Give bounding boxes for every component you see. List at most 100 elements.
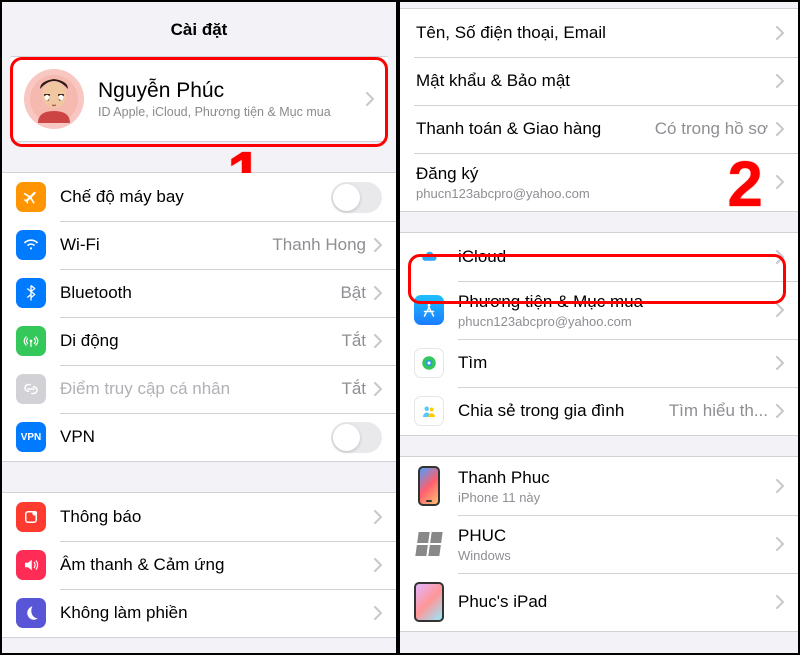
row-label: Wi-Fi bbox=[60, 235, 100, 255]
apple-id-row[interactable]: Nguyễn Phúc ID Apple, iCloud, Phương tiệ… bbox=[10, 56, 388, 142]
findmy-row[interactable]: Tìm bbox=[400, 339, 798, 387]
avatar bbox=[24, 69, 84, 129]
row-label: Đăng ký bbox=[416, 164, 590, 184]
bluetooth-row[interactable]: Bluetooth Bật bbox=[2, 269, 396, 317]
chevron-right-icon bbox=[776, 595, 784, 609]
row-label: Điểm truy cập cá nhân bbox=[60, 379, 230, 399]
bluetooth-icon bbox=[16, 278, 46, 308]
row-value: Tắt bbox=[341, 379, 366, 399]
chevron-right-icon bbox=[374, 334, 382, 348]
device-row-iphone[interactable]: Thanh Phuc iPhone 11 này bbox=[400, 457, 798, 515]
sound-icon bbox=[16, 550, 46, 580]
wifi-icon bbox=[16, 230, 46, 260]
chevron-right-icon bbox=[776, 303, 784, 317]
media-purchases-row[interactable]: Phương tiện & Mục mua phucn123abcpro@yah… bbox=[400, 281, 798, 339]
dnd-row[interactable]: Không làm phiền bbox=[2, 589, 396, 637]
chevron-right-icon bbox=[366, 92, 374, 106]
family-sharing-row[interactable]: Chia sẻ trong gia đình Tìm hiểu th... bbox=[400, 387, 798, 435]
devices-group: Thanh Phuc iPhone 11 này PHUC Windows Ph… bbox=[400, 456, 798, 632]
chevron-right-icon bbox=[374, 558, 382, 572]
row-label: Thanh Phuc bbox=[458, 468, 550, 488]
vpn-icon: VPN bbox=[16, 422, 46, 452]
profile-desc: ID Apple, iCloud, Phương tiện & Mục mua bbox=[98, 105, 331, 119]
chevron-right-icon bbox=[776, 537, 784, 551]
row-value: Tìm hiểu th... bbox=[669, 401, 768, 421]
airplane-toggle[interactable] bbox=[331, 182, 382, 213]
profile-name: Nguyễn Phúc bbox=[98, 79, 331, 103]
row-label: Phuc's iPad bbox=[458, 592, 547, 612]
moon-icon bbox=[16, 598, 46, 628]
cellular-row[interactable]: Di động Tắt bbox=[2, 317, 396, 365]
row-label: Âm thanh & Cảm ứng bbox=[60, 555, 224, 575]
chevron-right-icon bbox=[776, 175, 784, 189]
chevron-right-icon bbox=[776, 26, 784, 40]
row-sublabel: iPhone 11 này bbox=[458, 490, 550, 505]
row-label: Di động bbox=[60, 331, 119, 351]
sounds-row[interactable]: Âm thanh & Cảm ứng bbox=[2, 541, 396, 589]
chevron-right-icon bbox=[374, 286, 382, 300]
wifi-row[interactable]: Wi-Fi Thanh Hong bbox=[2, 221, 396, 269]
airplane-mode-row[interactable]: Chế độ máy bay bbox=[2, 173, 396, 221]
row-label: iCloud bbox=[458, 247, 506, 267]
chevron-right-icon bbox=[776, 479, 784, 493]
icloud-row[interactable]: iCloud bbox=[400, 233, 798, 281]
cloud-icon bbox=[414, 242, 444, 272]
device-row-ipad[interactable]: Phuc's iPad bbox=[400, 573, 798, 631]
chevron-right-icon bbox=[776, 250, 784, 264]
vpn-toggle[interactable] bbox=[331, 422, 382, 453]
row-label: Chế độ máy bay bbox=[60, 187, 184, 207]
row-sublabel: phucn123abcpro@yahoo.com bbox=[416, 186, 590, 201]
iphone-icon bbox=[414, 465, 444, 507]
payment-shipping-row[interactable]: Thanh toán & Giao hàng Có trong hồ sơ bbox=[400, 105, 798, 153]
row-label: Phương tiện & Mục mua bbox=[458, 292, 643, 312]
row-label: Không làm phiền bbox=[60, 603, 188, 623]
row-label: Thanh toán & Giao hàng bbox=[416, 119, 601, 139]
password-security-row[interactable]: Mật khẩu & Bảo mật bbox=[400, 57, 798, 105]
chevron-right-icon bbox=[776, 404, 784, 418]
row-label: Tìm bbox=[458, 353, 487, 373]
link-icon bbox=[16, 374, 46, 404]
account-group: Tên, Số điện thoại, Email Mật khẩu & Bảo… bbox=[400, 8, 798, 212]
row-label: VPN bbox=[60, 427, 95, 447]
row-label: Mật khẩu & Bảo mật bbox=[416, 71, 570, 91]
connectivity-group: Chế độ máy bay Wi-Fi Thanh Hong Bluetoot… bbox=[2, 172, 396, 462]
row-label: PHUC bbox=[458, 526, 511, 546]
row-label: Tên, Số điện thoại, Email bbox=[416, 23, 606, 43]
chevron-right-icon bbox=[776, 122, 784, 136]
appstore-icon bbox=[414, 295, 444, 325]
hotspot-row[interactable]: Điểm truy cập cá nhân Tắt bbox=[2, 365, 396, 413]
row-label: Chia sẻ trong gia đình bbox=[458, 401, 624, 421]
chevron-right-icon bbox=[374, 238, 382, 252]
chevron-right-icon bbox=[374, 606, 382, 620]
apple-id-pane: Tên, Số điện thoại, Email Mật khẩu & Bảo… bbox=[400, 2, 798, 653]
windows-icon bbox=[414, 523, 444, 565]
ipad-icon bbox=[414, 581, 444, 623]
family-icon bbox=[414, 396, 444, 426]
notifications-icon bbox=[16, 502, 46, 532]
row-label: Thông báo bbox=[60, 507, 141, 527]
chevron-right-icon bbox=[374, 510, 382, 524]
findmy-icon bbox=[414, 348, 444, 378]
notifications-row[interactable]: Thông báo bbox=[2, 493, 396, 541]
chevron-right-icon bbox=[776, 356, 784, 370]
row-sublabel: phucn123abcpro@yahoo.com bbox=[458, 314, 643, 329]
chevron-right-icon bbox=[374, 382, 382, 396]
antenna-icon bbox=[16, 326, 46, 356]
apple-id-text: Nguyễn Phúc ID Apple, iCloud, Phương tiệ… bbox=[98, 79, 331, 119]
notifications-group: Thông báo Âm thanh & Cảm ứng Không làm p… bbox=[2, 492, 396, 638]
row-sublabel: Windows bbox=[458, 548, 511, 563]
name-phone-email-row[interactable]: Tên, Số điện thoại, Email bbox=[400, 9, 798, 57]
chevron-right-icon bbox=[776, 74, 784, 88]
row-value: Có trong hồ sơ bbox=[655, 119, 768, 139]
row-value: Tắt bbox=[341, 331, 366, 351]
vpn-row[interactable]: VPN VPN bbox=[2, 413, 396, 461]
row-value: Bật bbox=[340, 283, 366, 303]
row-value: Thanh Hong bbox=[272, 235, 366, 255]
services-group: iCloud Phương tiện & Mục mua phucn123abc… bbox=[400, 232, 798, 436]
subscriptions-row[interactable]: Đăng ký phucn123abcpro@yahoo.com bbox=[400, 153, 798, 211]
settings-root-pane: Cài đặt Nguyễn Phúc ID Apple, iCloud, Ph… bbox=[2, 2, 400, 653]
airplane-icon bbox=[16, 182, 46, 212]
page-title: Cài đặt bbox=[2, 2, 396, 50]
device-row-windows[interactable]: PHUC Windows bbox=[400, 515, 798, 573]
row-label: Bluetooth bbox=[60, 283, 132, 303]
